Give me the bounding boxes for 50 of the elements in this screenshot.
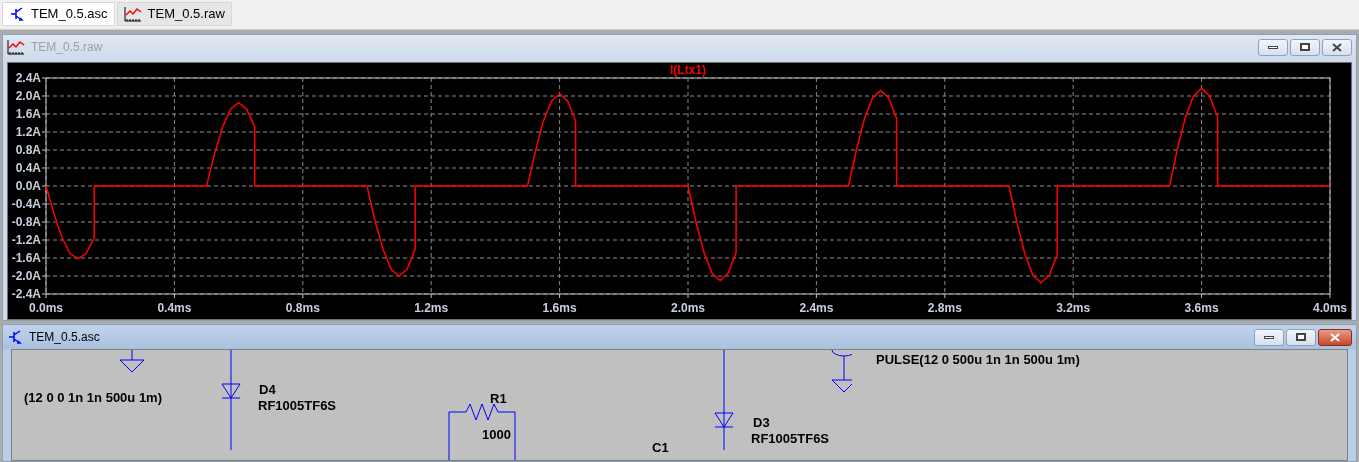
waveform-icon xyxy=(7,39,25,55)
y-axis-label: 0.0A xyxy=(15,179,41,193)
window-title: TEM_0.5.asc xyxy=(29,329,100,346)
component-label: D4 xyxy=(259,381,276,399)
y-axis-label: -2.4A xyxy=(11,287,41,301)
x-axis-label: 0.8ms xyxy=(285,301,320,315)
y-axis-label: 1.6A xyxy=(15,107,41,121)
component-label: C1 xyxy=(652,439,669,457)
document-tab[interactable]: TEM_0.5.raw xyxy=(116,2,232,26)
document-tab[interactable]: TEM_0.5.asc xyxy=(2,2,115,26)
restore-button[interactable] xyxy=(1286,328,1316,346)
window-title: TEM_0.5.raw xyxy=(31,39,103,56)
trace-name: I(Ltx1) xyxy=(670,63,706,77)
component-label: PULSE(12 0 500u 1n 1n 500u 1m) xyxy=(876,351,1080,369)
x-axis-label: 1.2ms xyxy=(414,301,449,315)
y-axis-label: -2.0A xyxy=(11,269,41,283)
minimize-button[interactable] xyxy=(1258,38,1288,56)
x-axis-label: 3.6ms xyxy=(1184,301,1219,315)
component-label: 1000 xyxy=(482,426,511,444)
y-axis-label: 0.8A xyxy=(15,143,41,157)
transistor-icon xyxy=(7,329,23,345)
x-axis-label: 2.4ms xyxy=(799,301,834,315)
y-axis-label: -0.4A xyxy=(11,197,41,211)
close-icon xyxy=(1332,42,1342,52)
close-icon xyxy=(1330,332,1340,342)
x-axis-label: 2.8ms xyxy=(927,301,962,315)
component-label: (12 0 0 1n 1n 500u 1m) xyxy=(24,389,162,407)
component-label: RF1005TF6S xyxy=(258,397,337,415)
y-axis-label: 1.2A xyxy=(15,125,41,139)
waveform-icon xyxy=(123,6,142,22)
y-axis-label: 2.4A xyxy=(15,71,41,85)
component-label: RF1005TF6S xyxy=(751,430,830,448)
component-label: D3 xyxy=(753,414,770,432)
x-axis-label: 4.0ms xyxy=(1313,301,1347,315)
close-button[interactable] xyxy=(1322,38,1352,56)
y-axis-label: -1.6A xyxy=(11,251,41,265)
x-axis-label: 0.4ms xyxy=(157,301,192,315)
x-axis-label: 3.2ms xyxy=(1056,301,1091,315)
x-axis-label: 1.6ms xyxy=(542,301,577,315)
x-axis-label: 2.0ms xyxy=(671,301,705,315)
component-label: R1 xyxy=(490,390,507,408)
x-axis-label: 0.0ms xyxy=(29,301,63,315)
y-axis-label: 2.0A xyxy=(15,89,41,103)
y-axis-label: -0.8A xyxy=(11,215,41,229)
minimize-button[interactable] xyxy=(1254,328,1284,346)
y-axis-label: -1.2A xyxy=(11,233,41,247)
close-button[interactable] xyxy=(1318,328,1352,346)
transistor-icon xyxy=(9,6,25,22)
restore-button[interactable] xyxy=(1290,38,1320,56)
y-axis-label: 0.4A xyxy=(15,161,41,175)
